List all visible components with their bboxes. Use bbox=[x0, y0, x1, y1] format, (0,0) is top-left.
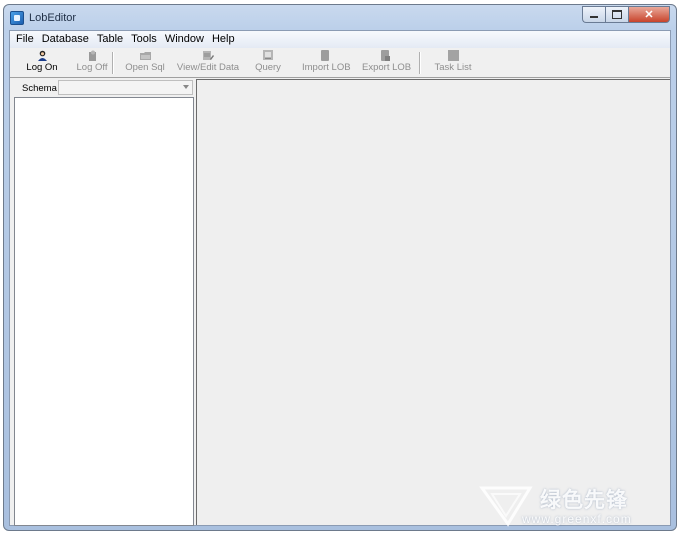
close-icon: ✕ bbox=[644, 9, 654, 21]
query-button[interactable]: Query bbox=[248, 49, 288, 76]
maximize-icon bbox=[612, 10, 622, 19]
app-icon[interactable] bbox=[10, 11, 24, 25]
query-icon bbox=[262, 50, 273, 60]
maximize-button[interactable] bbox=[605, 6, 628, 23]
chevron-down-icon[interactable] bbox=[183, 85, 189, 89]
toolbar-separator bbox=[112, 52, 114, 74]
schema-label: Schema bbox=[22, 83, 57, 94]
menu-help[interactable]: Help bbox=[208, 31, 239, 48]
mdi-workspace bbox=[196, 79, 670, 525]
minimize-icon bbox=[590, 16, 598, 18]
log-on-button[interactable]: Log On bbox=[24, 49, 60, 76]
import-lob-label: Import LOB bbox=[302, 62, 351, 73]
log-off-label: Log Off bbox=[76, 62, 108, 73]
app-window: LobEditor ✕ File Database Table Tools Wi… bbox=[3, 4, 677, 531]
log-off-button[interactable]: Log Off bbox=[74, 49, 110, 76]
window-title: LobEditor bbox=[29, 12, 77, 24]
caption-buttons: ✕ bbox=[582, 6, 670, 23]
query-label: Query bbox=[255, 62, 281, 73]
edit-data-icon bbox=[202, 51, 214, 60]
export-lob-label: Export LOB bbox=[362, 62, 412, 73]
menu-bar: File Database Table Tools Window Help bbox=[10, 31, 670, 48]
open-sql-button[interactable]: Open Sql bbox=[123, 49, 167, 76]
schema-tree[interactable] bbox=[14, 97, 194, 526]
view-edit-data-button[interactable]: View/Edit Data bbox=[176, 49, 240, 76]
toolbar: Log On Log Off Open Sql View/Edit Data Q… bbox=[10, 48, 670, 78]
view-edit-data-label: View/Edit Data bbox=[176, 62, 240, 73]
menu-window[interactable]: Window bbox=[161, 31, 208, 48]
logoff-icon bbox=[88, 50, 96, 61]
toolbar-separator bbox=[419, 52, 421, 74]
schema-dropdown[interactable] bbox=[58, 80, 193, 95]
import-lob-button[interactable]: Import LOB bbox=[302, 49, 351, 76]
task-list-label: Task List bbox=[434, 62, 472, 73]
import-icon bbox=[320, 50, 329, 61]
minimize-button[interactable] bbox=[582, 6, 605, 23]
menu-table[interactable]: Table bbox=[93, 31, 127, 48]
user-icon bbox=[37, 50, 47, 61]
client-area: File Database Table Tools Window Help Lo… bbox=[9, 30, 671, 526]
menu-tools[interactable]: Tools bbox=[127, 31, 161, 48]
task-list-button[interactable]: Task List bbox=[433, 49, 473, 76]
menu-file[interactable]: File bbox=[12, 31, 38, 48]
close-button[interactable]: ✕ bbox=[628, 6, 670, 23]
schema-panel: Schema bbox=[12, 79, 194, 526]
folder-icon bbox=[139, 52, 151, 60]
title-bar[interactable]: LobEditor ✕ bbox=[4, 5, 676, 30]
watermark-brand: 绿色先锋 bbox=[540, 489, 628, 512]
export-lob-button[interactable]: Export LOB bbox=[362, 49, 412, 76]
open-sql-label: Open Sql bbox=[125, 62, 165, 73]
task-list-icon bbox=[447, 50, 459, 61]
export-icon bbox=[380, 50, 390, 61]
log-on-label: Log On bbox=[26, 62, 58, 73]
watermark: 绿色先锋 www.greenxf.com bbox=[478, 482, 678, 530]
watermark-url: www.greenxf.com bbox=[522, 512, 632, 526]
menu-database[interactable]: Database bbox=[38, 31, 93, 48]
